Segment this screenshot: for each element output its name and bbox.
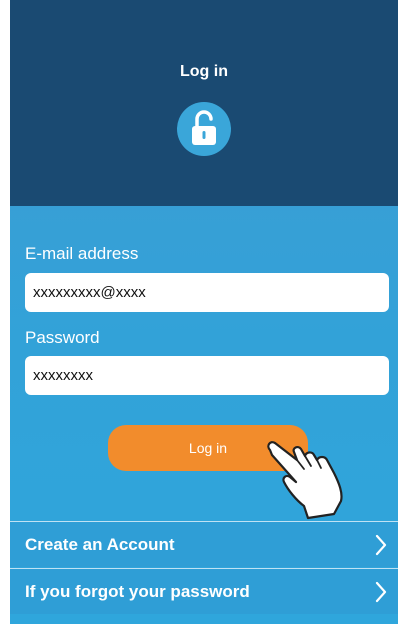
login-screen: Log in E-mail address Password Log in Cr… [10, 0, 398, 624]
forgot-password-item[interactable]: If you forgot your password [10, 568, 398, 614]
chevron-right-icon [374, 533, 388, 562]
email-field[interactable] [25, 273, 389, 312]
page-title: Log in [180, 63, 228, 80]
header: Log in [10, 0, 398, 206]
password-label: Password [25, 328, 100, 347]
unlock-icon [177, 102, 231, 156]
create-account-label: Create an Account [25, 535, 175, 554]
pointing-hand-icon [264, 438, 356, 525]
password-field[interactable] [25, 356, 389, 395]
chevron-right-icon [374, 580, 388, 609]
forgot-password-label: If you forgot your password [25, 582, 250, 601]
create-account-item[interactable]: Create an Account [10, 521, 398, 567]
email-label: E-mail address [25, 244, 139, 263]
